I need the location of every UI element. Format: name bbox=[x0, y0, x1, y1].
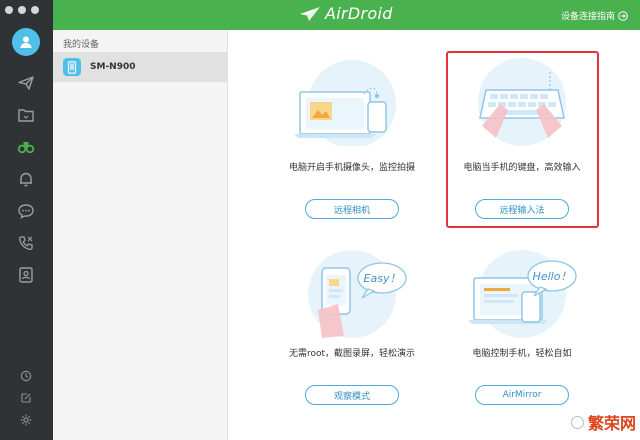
nav-tools[interactable] bbox=[15, 136, 37, 158]
zoom-window-button[interactable] bbox=[31, 6, 39, 14]
feature-card-airmirror: Hello！ 电脑控制手机，轻松自如 AirMirror bbox=[434, 248, 610, 418]
airdroid-logo: AirDroid bbox=[299, 4, 393, 23]
feature-desc: 无需root，截图录屏，轻松演示 bbox=[288, 349, 416, 359]
nav-history[interactable] bbox=[19, 369, 33, 383]
nav-notifications[interactable] bbox=[15, 168, 37, 190]
phone-icon bbox=[63, 58, 81, 76]
remote-camera-illustration bbox=[294, 60, 396, 146]
nav-contacts[interactable] bbox=[15, 264, 37, 286]
device-panel: 我的设备 SM-N900 bbox=[53, 30, 228, 440]
nav-messages[interactable] bbox=[15, 200, 37, 222]
arrow-circle-right-icon bbox=[618, 10, 628, 21]
feature-desc: 电脑开启手机摄像头，监控拍摄 bbox=[288, 163, 415, 173]
device-list-title: 我的设备 bbox=[63, 40, 100, 50]
watermark: 繁荣网 bbox=[570, 410, 636, 434]
nav-settings[interactable] bbox=[19, 413, 33, 427]
avatar[interactable] bbox=[12, 28, 40, 56]
settings-icon bbox=[20, 414, 32, 426]
nav-feedback[interactable] bbox=[19, 391, 33, 405]
easy-bubble-text: Easy！ bbox=[364, 272, 401, 285]
clock-icon bbox=[20, 370, 32, 382]
airmirror-illustration: Hello！ bbox=[468, 250, 577, 338]
connection-guide-label: 设备连接指南 bbox=[560, 12, 615, 22]
nav-send[interactable] bbox=[15, 72, 37, 94]
chat-icon bbox=[18, 204, 34, 219]
minimize-window-button[interactable] bbox=[18, 6, 26, 14]
window-controls bbox=[5, 6, 39, 14]
watermark-text: 繁荣网 bbox=[587, 414, 636, 433]
logo-text: AirDroid bbox=[325, 4, 393, 23]
watermark-icon bbox=[570, 415, 584, 429]
device-name: SM-N900 bbox=[90, 62, 136, 72]
nav-files[interactable] bbox=[15, 104, 37, 126]
bell-icon bbox=[20, 172, 32, 187]
feature-card-remote-camera: 电脑开启手机摄像头，监控拍摄 远程相机 bbox=[264, 56, 440, 226]
feature-card-observe-mode: Easy！ 无需root，截图录屏，轻松演示 观察模式 bbox=[264, 248, 440, 418]
header-bar: AirDroid 设备连接指南 bbox=[53, 0, 640, 30]
remote-camera-button[interactable]: 远程相机 bbox=[305, 199, 399, 219]
send-icon bbox=[18, 76, 34, 90]
nav-calls[interactable] bbox=[15, 232, 37, 254]
device-list-item[interactable]: SM-N900 bbox=[53, 52, 228, 82]
observe-mode-illustration: Easy！ bbox=[308, 250, 407, 338]
close-window-button[interactable] bbox=[5, 6, 13, 14]
left-rail bbox=[0, 0, 53, 440]
binoculars-icon bbox=[17, 142, 35, 154]
feature-desc: 电脑控制手机，轻松自如 bbox=[472, 349, 572, 359]
edit-icon bbox=[21, 393, 31, 403]
user-icon bbox=[20, 36, 32, 48]
contacts-icon bbox=[19, 267, 33, 283]
folder-icon bbox=[18, 109, 34, 122]
airmirror-button[interactable]: AirMirror bbox=[475, 385, 569, 405]
highlight-box bbox=[446, 51, 599, 228]
connection-guide-link[interactable]: 设备连接指南 bbox=[561, 9, 628, 22]
observe-mode-button[interactable]: 观察模式 bbox=[305, 385, 399, 405]
paper-plane-logo-icon bbox=[300, 6, 320, 21]
hello-bubble-text: Hello！ bbox=[533, 270, 572, 283]
call-icon bbox=[19, 236, 33, 250]
